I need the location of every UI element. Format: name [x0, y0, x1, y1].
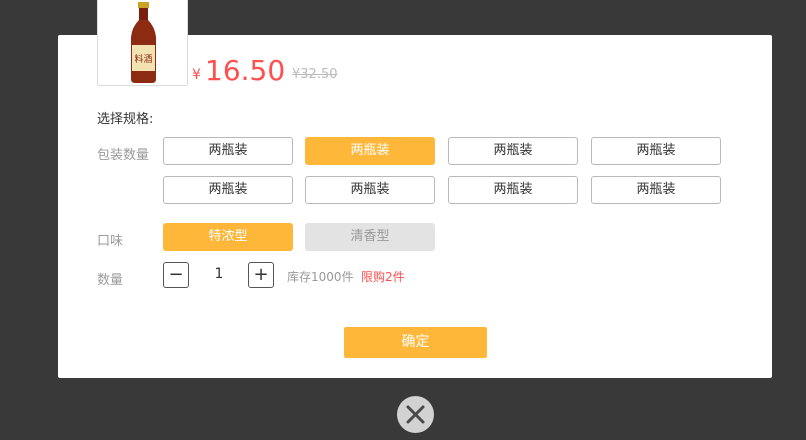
- increase-button[interactable]: +: [248, 262, 274, 288]
- package-label: 包装数量: [97, 148, 150, 163]
- quantity-value[interactable]: 1: [190, 266, 248, 282]
- flavor-option-disabled: 清香型: [305, 223, 435, 251]
- decrease-button[interactable]: −: [163, 262, 189, 288]
- bottle-label-text: 料酒: [134, 53, 152, 65]
- package-option[interactable]: 两瓶装: [448, 176, 578, 204]
- original-price: ¥32.50: [292, 67, 338, 82]
- package-option[interactable]: 两瓶装: [591, 176, 721, 204]
- current-price: 16.50: [205, 54, 286, 87]
- price-currency: ¥: [192, 67, 201, 83]
- package-option[interactable]: 两瓶装: [163, 137, 293, 165]
- package-option-selected[interactable]: 两瓶装: [305, 137, 435, 165]
- flavor-option-selected[interactable]: 特浓型: [163, 223, 293, 251]
- stock-text: 库存1000件: [287, 270, 354, 284]
- close-circle-icon: [406, 405, 425, 424]
- quantity-label: 数量: [97, 273, 124, 288]
- product-thumbnail: 料酒: [97, 0, 188, 86]
- flavor-label: 口味: [97, 234, 124, 249]
- package-option[interactable]: 两瓶装: [591, 137, 721, 165]
- bottle-image: 料酒: [131, 2, 156, 83]
- spec-section-title: 选择规格:: [97, 112, 154, 127]
- confirm-button[interactable]: 确定: [344, 327, 487, 358]
- package-option[interactable]: 两瓶装: [448, 137, 578, 165]
- purchase-limit-text: 限购2件: [361, 270, 405, 284]
- package-option[interactable]: 两瓶装: [163, 176, 293, 204]
- close-button[interactable]: [397, 396, 434, 433]
- package-option[interactable]: 两瓶装: [305, 176, 435, 204]
